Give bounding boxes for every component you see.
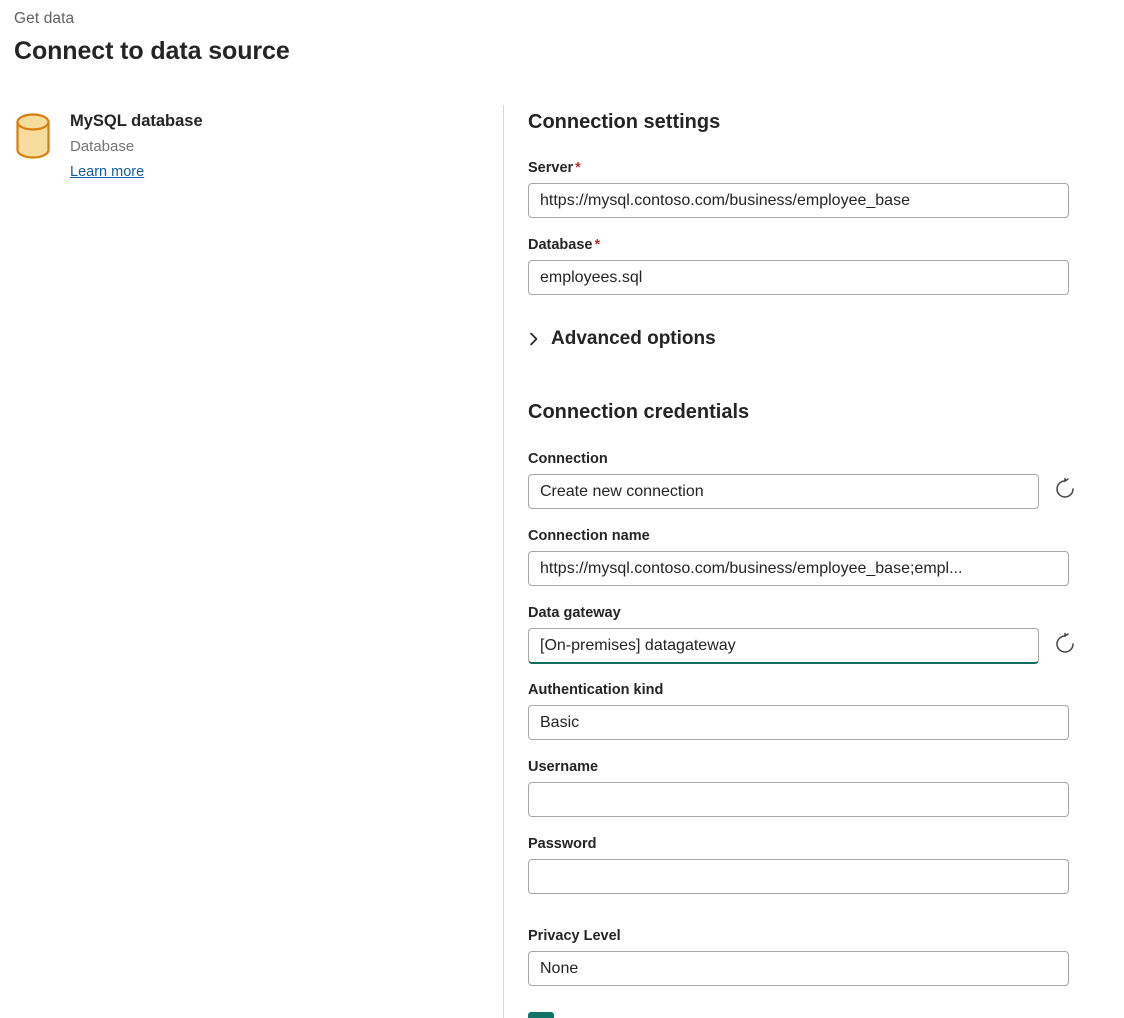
database-label: Database* <box>528 235 1088 255</box>
advanced-options-label: Advanced options <box>551 326 716 352</box>
data-gateway-input-row: [On-premises] datagateway <box>528 628 1088 664</box>
required-asterisk: * <box>575 160 581 176</box>
connection-field: Connection Create new connection <box>528 449 1088 509</box>
connection-name-field: Connection name https://mysql.contoso.co… <box>528 526 1088 586</box>
refresh-icon <box>1053 632 1077 661</box>
connection-input-row: Create new connection <box>528 474 1088 509</box>
required-asterisk: * <box>594 237 600 253</box>
learn-more-link[interactable]: Learn more <box>70 161 144 183</box>
username-field: Username <box>528 757 1088 817</box>
use-encrypted-connection-label: Use encrypted connection <box>569 1013 766 1018</box>
data-gateway-label: Data gateway <box>528 603 1088 623</box>
data-source-name: MySQL database <box>70 110 203 133</box>
connection-name-label: Connection name <box>528 526 1088 546</box>
authentication-kind-label: Authentication kind <box>528 680 1088 700</box>
password-input[interactable] <box>528 859 1069 894</box>
database-cylinder-icon <box>14 112 52 160</box>
data-gateway-field: Data gateway [On-premises] datagateway <box>528 603 1088 664</box>
connection-dropdown[interactable]: Create new connection <box>528 474 1039 509</box>
password-label: Password <box>528 834 1088 854</box>
data-gateway-dropdown[interactable]: [On-premises] datagateway <box>528 628 1039 664</box>
advanced-options-toggle[interactable]: Advanced options <box>528 326 1088 352</box>
server-input[interactable]: https://mysql.contoso.com/business/emplo… <box>528 183 1069 218</box>
connection-credentials-heading: Connection credentials <box>528 398 1088 426</box>
dialog-header: Get data Connect to data source <box>14 8 290 68</box>
connection-settings-heading: Connection settings <box>528 108 1088 136</box>
privacy-level-label: Privacy Level <box>528 926 1088 946</box>
chevron-right-icon <box>528 332 540 346</box>
privacy-level-dropdown[interactable]: None <box>528 951 1069 986</box>
server-label: Server* <box>528 158 1088 178</box>
authentication-kind-dropdown[interactable]: Basic <box>528 705 1069 740</box>
privacy-level-field: Privacy Level None <box>528 926 1088 986</box>
use-encrypted-connection-checkbox-row[interactable]: Use encrypted connection <box>528 1012 1088 1018</box>
username-input[interactable] <box>528 782 1069 817</box>
use-encrypted-connection-checkbox[interactable] <box>528 1012 554 1018</box>
breadcrumb-get-data: Get data <box>14 8 290 30</box>
server-field: Server* https://mysql.contoso.com/busine… <box>528 158 1088 218</box>
data-source-category: Database <box>70 135 203 158</box>
password-field: Password <box>528 834 1088 894</box>
database-field: Database* employees.sql <box>528 235 1088 295</box>
connection-form: Connection settings Server* https://mysq… <box>528 108 1088 1018</box>
database-input[interactable]: employees.sql <box>528 260 1069 295</box>
refresh-icon <box>1053 477 1077 506</box>
connection-name-input[interactable]: https://mysql.contoso.com/business/emplo… <box>528 551 1069 586</box>
connection-label: Connection <box>528 449 1088 469</box>
refresh-connection-button[interactable] <box>1051 478 1079 506</box>
panel-divider <box>503 105 504 1018</box>
refresh-data-gateway-button[interactable] <box>1051 632 1079 660</box>
page-title: Connect to data source <box>14 34 290 68</box>
data-source-card: MySQL database Database Learn more <box>14 108 444 183</box>
connect-to-data-source-dialog: Get data Connect to data source MySQL da… <box>0 0 1124 1018</box>
data-source-info: MySQL database Database Learn more <box>70 108 203 183</box>
username-label: Username <box>528 757 1088 777</box>
authentication-kind-field: Authentication kind Basic <box>528 680 1088 740</box>
